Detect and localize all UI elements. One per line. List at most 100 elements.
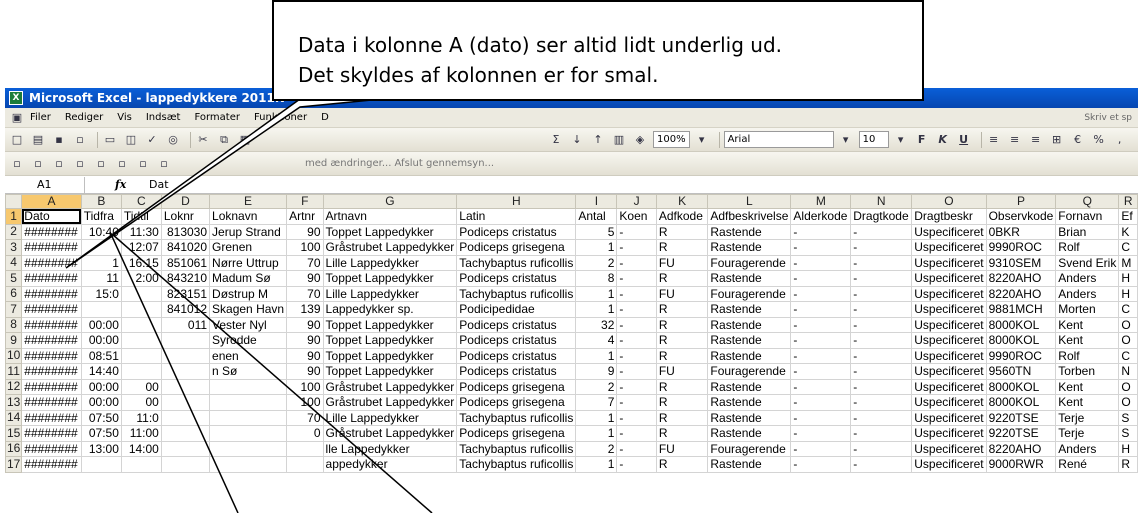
- cell[interactable]: 00:00: [80, 394, 122, 411]
- cell[interactable]: Loknavn: [209, 208, 288, 225]
- cell[interactable]: 4: [575, 332, 618, 349]
- column-header-r[interactable]: R: [1118, 194, 1138, 209]
- cell[interactable]: [286, 456, 324, 473]
- cell[interactable]: 9: [575, 363, 618, 380]
- cell[interactable]: Lille Lappedykker: [322, 254, 458, 271]
- row-header[interactable]: 10: [5, 347, 23, 364]
- cell[interactable]: -: [790, 378, 852, 395]
- row-header[interactable]: 15: [5, 425, 23, 442]
- cell[interactable]: ########: [21, 332, 82, 349]
- cell[interactable]: Rastende: [707, 270, 792, 287]
- cell[interactable]: Rastende: [707, 332, 792, 349]
- cell[interactable]: -: [850, 363, 913, 380]
- column-header-f[interactable]: F: [286, 194, 324, 209]
- cell[interactable]: M: [1118, 254, 1138, 271]
- cell[interactable]: [160, 409, 211, 426]
- print-icon[interactable]: ▭: [102, 132, 118, 148]
- cell[interactable]: Podiceps cristatus: [456, 363, 577, 380]
- cell[interactable]: 11:30: [120, 223, 162, 240]
- cell[interactable]: O: [1118, 332, 1138, 349]
- cell[interactable]: -: [850, 285, 913, 302]
- cell[interactable]: Grenen: [209, 239, 288, 256]
- review-icon-2[interactable]: ▫: [30, 156, 46, 172]
- column-header-k[interactable]: K: [655, 194, 709, 209]
- column-header-d[interactable]: D: [160, 194, 211, 209]
- cell[interactable]: -: [850, 440, 913, 457]
- cell[interactable]: Uspecificeret: [911, 425, 987, 442]
- cell[interactable]: ########: [21, 347, 82, 364]
- row-header[interactable]: 5: [5, 270, 23, 287]
- spelling-icon[interactable]: ✓: [144, 132, 160, 148]
- cell[interactable]: Lille Lappedykker: [322, 409, 458, 426]
- cell[interactable]: 70: [286, 285, 324, 302]
- cell[interactable]: -: [790, 456, 852, 473]
- review-icon-4[interactable]: ▫: [72, 156, 88, 172]
- cell[interactable]: [209, 378, 288, 395]
- column-header-b[interactable]: B: [80, 194, 122, 209]
- cell[interactable]: 1: [575, 425, 618, 442]
- row-header[interactable]: 9: [5, 332, 23, 349]
- cell[interactable]: 8: [575, 270, 618, 287]
- cell[interactable]: -: [616, 394, 657, 411]
- cell[interactable]: Podiceps grisegena: [456, 425, 577, 442]
- menu-funktioner[interactable]: Funktioner: [254, 112, 307, 123]
- zoom-select[interactable]: 100%: [653, 131, 690, 148]
- cell[interactable]: ########: [21, 239, 82, 256]
- cell[interactable]: [80, 239, 122, 256]
- cell[interactable]: 2: [575, 440, 618, 457]
- cell[interactable]: [209, 394, 288, 411]
- cell[interactable]: Gråstrubet Lappedykker: [322, 425, 458, 442]
- cell[interactable]: K: [1118, 223, 1138, 240]
- review-icon-3[interactable]: ▫: [51, 156, 67, 172]
- cell[interactable]: Fouragerende: [707, 440, 792, 457]
- column-header-c[interactable]: C: [120, 194, 162, 209]
- cell[interactable]: 8000KOL: [985, 378, 1057, 395]
- cell[interactable]: Rastende: [707, 301, 792, 318]
- font-select[interactable]: Arial: [723, 131, 834, 148]
- cell[interactable]: 851061: [160, 254, 211, 271]
- cell[interactable]: Gråstrubet Lappedykker: [322, 394, 458, 411]
- cell[interactable]: -: [616, 316, 657, 333]
- cell[interactable]: 08:51: [80, 347, 122, 364]
- copy-icon[interactable]: ⧉: [216, 132, 232, 148]
- cell[interactable]: Dragtkode: [850, 208, 913, 225]
- cell[interactable]: -: [850, 239, 913, 256]
- cell[interactable]: 9310SEM: [985, 254, 1057, 271]
- cell[interactable]: Rastende: [707, 239, 792, 256]
- cell[interactable]: Dragtbeskr: [911, 208, 987, 225]
- menu-vis[interactable]: Vis: [117, 112, 132, 123]
- cell[interactable]: Podiceps cristatus: [456, 223, 577, 240]
- cell[interactable]: Lille Lappedykker: [322, 285, 458, 302]
- cell[interactable]: Artnavn: [322, 208, 458, 225]
- cell[interactable]: FU: [655, 440, 709, 457]
- row-header[interactable]: 6: [5, 285, 23, 302]
- cell[interactable]: Rolf: [1055, 239, 1120, 256]
- cell[interactable]: Antal: [575, 208, 618, 225]
- save-icon[interactable]: ▪: [51, 132, 67, 148]
- cell[interactable]: ########: [21, 301, 82, 318]
- cell[interactable]: R: [1118, 456, 1138, 473]
- cell[interactable]: Fouragerende: [707, 254, 792, 271]
- cell[interactable]: Toppet Lappedykker: [322, 332, 458, 349]
- merge-center-icon[interactable]: ⊞: [1049, 132, 1065, 148]
- cell[interactable]: Fouragerende: [707, 285, 792, 302]
- menu-rediger[interactable]: Rediger: [65, 112, 103, 123]
- cell[interactable]: R: [655, 239, 709, 256]
- cell[interactable]: 90: [286, 270, 324, 287]
- row-header[interactable]: 4: [5, 254, 23, 271]
- cell[interactable]: Uspecificeret: [911, 456, 987, 473]
- cell[interactable]: 1: [575, 301, 618, 318]
- align-left-icon[interactable]: ≡: [986, 132, 1002, 148]
- cell[interactable]: [80, 301, 122, 318]
- cell[interactable]: [120, 316, 162, 333]
- cell[interactable]: 8220AHO: [985, 440, 1057, 457]
- cell[interactable]: 100: [286, 378, 324, 395]
- cell[interactable]: S: [1118, 425, 1138, 442]
- cell[interactable]: -: [790, 285, 852, 302]
- drawing-icon[interactable]: ◈: [632, 132, 648, 148]
- cell[interactable]: Svend Erik: [1055, 254, 1120, 271]
- cell[interactable]: 2:00: [120, 270, 162, 287]
- cell[interactable]: 1: [575, 347, 618, 364]
- cell[interactable]: Podiceps cristatus: [456, 316, 577, 333]
- cell[interactable]: -: [850, 223, 913, 240]
